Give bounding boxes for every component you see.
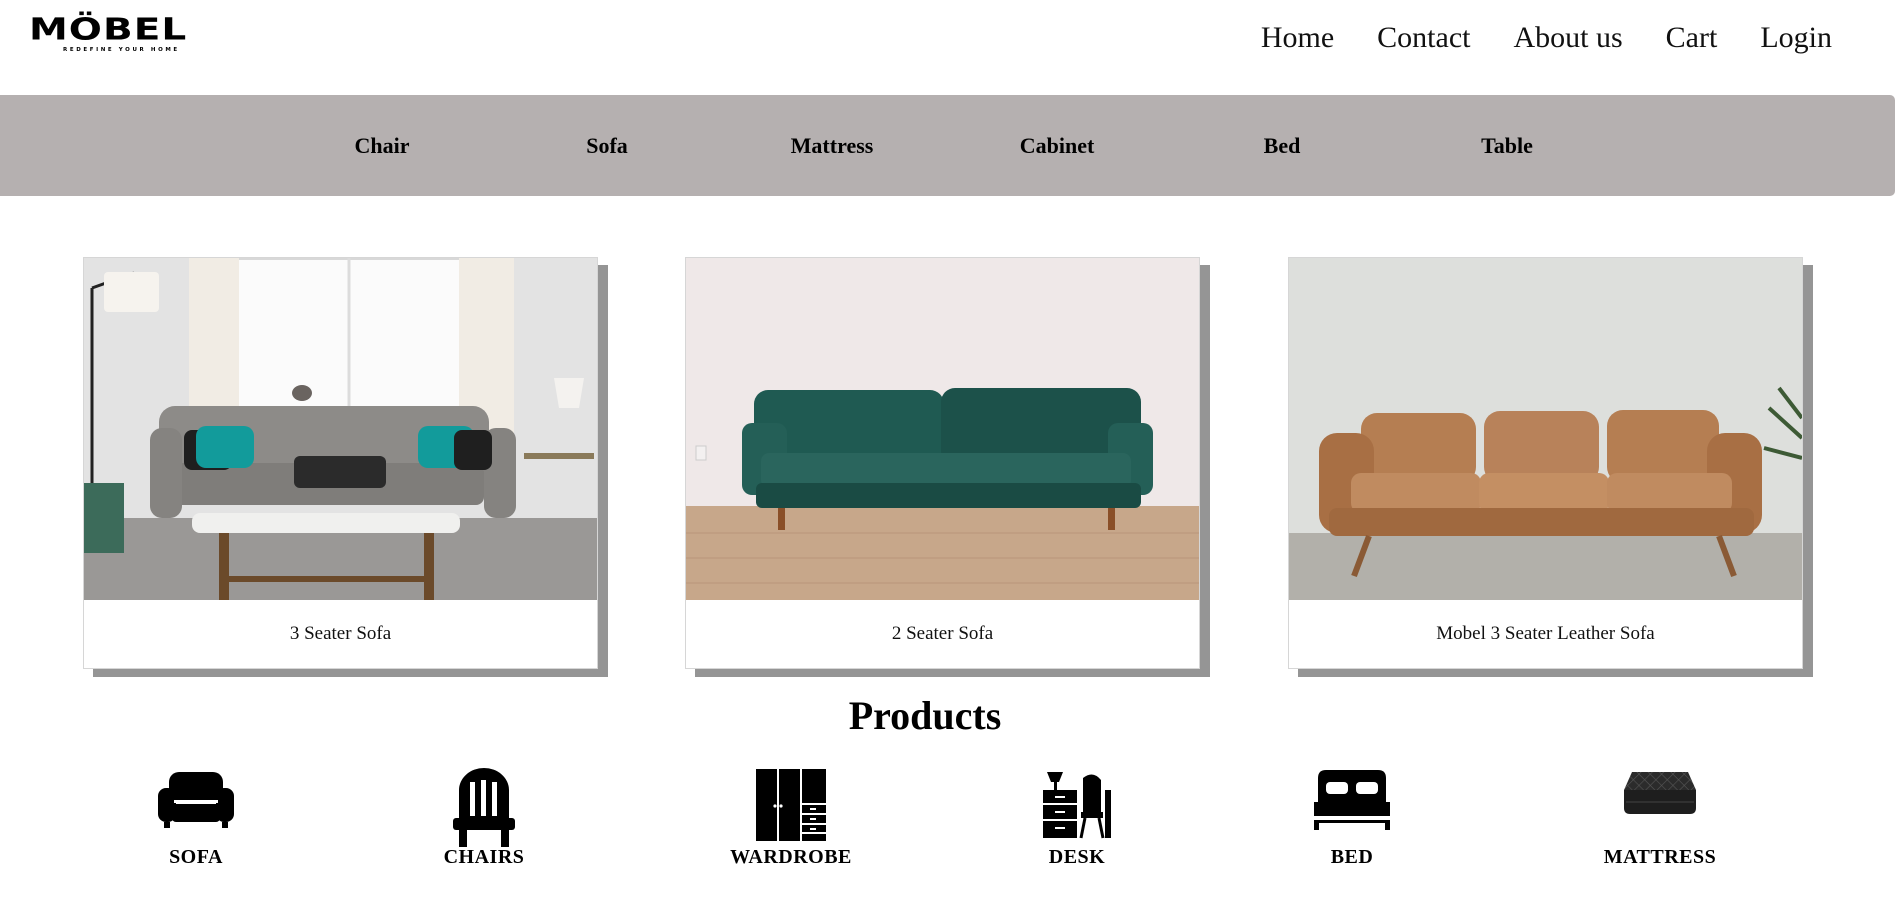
- mattress-icon: [1624, 772, 1696, 814]
- product-category-chairs[interactable]: CHAIRS: [384, 760, 584, 880]
- category-cabinet[interactable]: Cabinet: [1020, 95, 1095, 196]
- nav-login-link[interactable]: Login: [1760, 21, 1832, 55]
- card-caption: 2 Seater Sofa: [891, 623, 994, 644]
- nav-cart-link[interactable]: Cart: [1666, 21, 1718, 55]
- bed-icon: [1314, 770, 1390, 830]
- product-card[interactable]: 3 Seater Sofa: [83, 257, 598, 669]
- sofa-icon: [158, 772, 234, 828]
- product-label: CHAIRS: [443, 846, 525, 868]
- card-caption: Mobel 3 Seater Leather Sofa: [1436, 623, 1655, 644]
- chair-icon: [453, 768, 515, 847]
- category-bed[interactable]: Bed: [1264, 95, 1301, 196]
- site-header: MÖBEL REDEFINE YOUR HOME Home Contact Ab…: [0, 0, 1895, 95]
- nav-contact-link[interactable]: Contact: [1377, 21, 1470, 55]
- category-chair[interactable]: Chair: [355, 95, 410, 196]
- green-sofa-photo: [686, 258, 1199, 600]
- category-mattress[interactable]: Mattress: [791, 95, 874, 196]
- main-nav: Home Contact About us Cart Login: [1261, 16, 1832, 60]
- product-category-bed[interactable]: BED: [1252, 760, 1452, 880]
- products-heading: Products: [848, 693, 1002, 738]
- brand-logo[interactable]: MÖBEL REDEFINE YOUR HOME: [29, 14, 214, 56]
- product-label: MATTRESS: [1603, 846, 1717, 868]
- brand-name: MÖBEL: [29, 12, 188, 48]
- nav-about-link[interactable]: About us: [1513, 21, 1622, 55]
- product-label: SOFA: [169, 846, 223, 868]
- product-card[interactable]: Mobel 3 Seater Leather Sofa: [1288, 257, 1803, 669]
- product-label: DESK: [1048, 846, 1106, 868]
- leather-sofa-photo: [1289, 258, 1802, 600]
- wardrobe-icon: [756, 769, 826, 841]
- product-category-mattress[interactable]: MATTRESS: [1560, 760, 1760, 880]
- grey-sofa-photo: [84, 258, 597, 600]
- category-sofa[interactable]: Sofa: [586, 95, 628, 196]
- product-label: BED: [1330, 846, 1374, 868]
- category-table[interactable]: Table: [1481, 95, 1533, 196]
- category-bar: Chair Sofa Mattress Cabinet Bed Table: [0, 95, 1895, 196]
- brand-tagline: REDEFINE YOUR HOME: [63, 47, 180, 53]
- product-card[interactable]: 2 Seater Sofa: [685, 257, 1200, 669]
- product-category-sofa[interactable]: SOFA: [96, 760, 296, 880]
- desk-icon: [1043, 772, 1111, 839]
- nav-home-link[interactable]: Home: [1261, 21, 1334, 55]
- product-category-wardrobe[interactable]: WARDROBE: [691, 760, 891, 880]
- product-label: WARDROBE: [730, 846, 852, 868]
- card-caption: 3 Seater Sofa: [289, 623, 392, 644]
- product-category-desk[interactable]: DESK: [977, 760, 1177, 880]
